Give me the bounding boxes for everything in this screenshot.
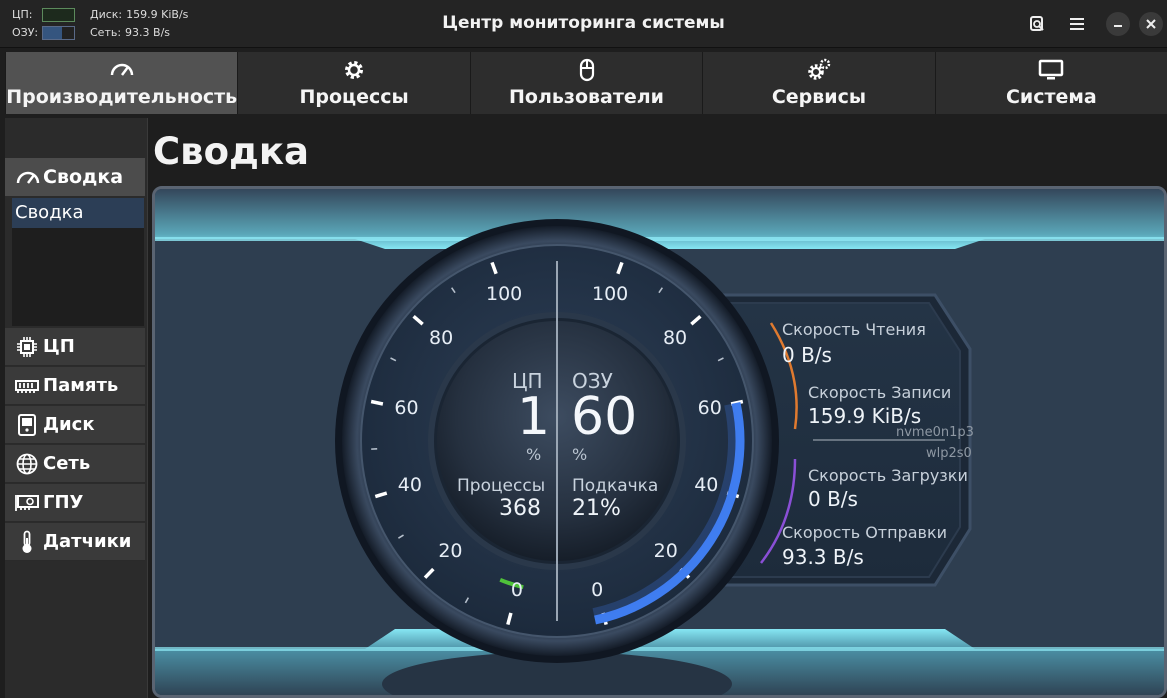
tab-label: Процессы: [299, 86, 409, 108]
ram-scale-label: 0: [591, 578, 604, 601]
sidebar-header-summary[interactable]: Сводка: [5, 158, 145, 196]
sidebar-item-summary[interactable]: Сводка: [12, 198, 144, 228]
ram-unit: %: [572, 445, 588, 464]
upload-speed-value: 93.3 B/s: [782, 545, 864, 569]
processes-value: 368: [499, 496, 541, 521]
title-bar: ЦП: ОЗУ: Диск: 159.9 KiB/s Сеть: 93.3 B/s …: [0, 0, 1167, 48]
read-speed-value: 0 B/s: [782, 343, 832, 367]
sidebar-item-label: Сеть: [43, 453, 91, 474]
gpu-icon: [15, 494, 39, 511]
sidebar-item-memory[interactable]: Память: [5, 367, 145, 405]
gear-icon: [345, 61, 364, 79]
sidebar-item-sensors[interactable]: Датчики: [5, 523, 145, 561]
tab-system[interactable]: Система: [934, 52, 1167, 114]
disk-device-name: nvme0n1p3: [896, 425, 974, 440]
sidebar: Сводка Сводка ЦП Память Диск Сеть ГПУ Да…: [5, 118, 148, 698]
ram-scale-label: 20: [653, 540, 678, 563]
globe-icon: [16, 453, 38, 474]
tab-label: Сервисы: [771, 86, 867, 108]
ram-scale-label: 40: [694, 474, 719, 497]
tab-services[interactable]: Сервисы: [702, 52, 935, 114]
sidebar-item-label: Датчики: [43, 531, 132, 552]
processes-label: Процессы: [457, 476, 546, 496]
swap-value: 21%: [572, 496, 621, 521]
hamburger-menu-icon: [1070, 18, 1084, 30]
sidebar-item-disk[interactable]: Диск: [5, 406, 145, 444]
gears-icon: [808, 58, 831, 80]
download-speed-value: 0 B/s: [808, 487, 858, 511]
minimize-button[interactable]: [1104, 10, 1132, 38]
main-tabs: Производительность Процессы Пользователи…: [5, 52, 1167, 114]
sidebar-item-network[interactable]: Сеть: [5, 445, 145, 483]
tab-label: Пользователи: [509, 86, 664, 108]
cpu-value: 1: [517, 387, 551, 447]
search-button[interactable]: [1023, 10, 1051, 38]
minimize-icon: [1106, 12, 1130, 36]
cpu-scale-label: 0: [510, 578, 523, 601]
tab-label: Производительность: [6, 86, 238, 108]
cpu-unit: %: [526, 445, 542, 464]
sidebar-header-label: Сводка: [43, 166, 124, 188]
summary-gauge-graphic: [155, 189, 1164, 695]
download-speed-label: Скорость Загрузки: [808, 466, 968, 485]
window-title: Центр мониторинга системы: [442, 13, 725, 33]
gauge-icon: [16, 171, 40, 184]
sidebar-item-cpu[interactable]: ЦП: [5, 328, 145, 366]
close-button[interactable]: [1137, 10, 1165, 38]
sidebar-spacer: [12, 228, 144, 326]
cpu-scale-label: 100: [485, 283, 523, 306]
ram-scale-label: 60: [697, 396, 722, 419]
cpu-icon: [17, 336, 37, 357]
sidebar-item-label: ЦП: [43, 336, 75, 357]
ram-value: 60: [571, 387, 638, 447]
write-speed-label: Скорость Записи: [808, 383, 952, 402]
cpu-scale-label: 20: [438, 540, 463, 563]
network-device-name: wlp2s0: [926, 446, 972, 461]
tab-processes[interactable]: Процессы: [237, 52, 470, 114]
read-speed-label: Скорость Чтения: [782, 320, 926, 339]
sidebar-item-label: Память: [43, 375, 119, 396]
tab-performance[interactable]: Производительность: [5, 52, 238, 114]
summary-panel: 100 80 60 40 20 0 100 80 60 40 20 0 ЦП 1…: [152, 186, 1167, 698]
disk-icon: [18, 413, 36, 436]
thermometer-icon: [22, 530, 32, 553]
swap-label: Подкачка: [572, 476, 659, 496]
menu-button[interactable]: [1063, 10, 1091, 38]
sidebar-item-label: ГПУ: [43, 492, 84, 513]
cpu-scale-label: 60: [394, 396, 419, 419]
cpu-scale-label: 80: [429, 327, 454, 350]
upload-speed-label: Скорость Отправки: [782, 523, 948, 542]
sidebar-item-label: Диск: [43, 414, 95, 435]
ram-scale-label: 100: [592, 283, 629, 306]
cpu-scale-label: 40: [397, 474, 422, 497]
ram-scale-label: 80: [662, 327, 688, 350]
page-title: Сводка: [153, 130, 309, 173]
monitor-icon: [1039, 59, 1064, 80]
cpu-scale-tick: [370, 399, 384, 406]
tab-label: Система: [1005, 86, 1097, 108]
mouse-icon: [579, 58, 594, 82]
memory-icon: [15, 379, 39, 393]
gauge-icon: [110, 63, 133, 76]
close-icon: [1139, 12, 1163, 36]
tab-users[interactable]: Пользователи: [469, 52, 703, 114]
search-icon: [1030, 16, 1044, 31]
sidebar-item-gpu[interactable]: ГПУ: [5, 484, 145, 522]
